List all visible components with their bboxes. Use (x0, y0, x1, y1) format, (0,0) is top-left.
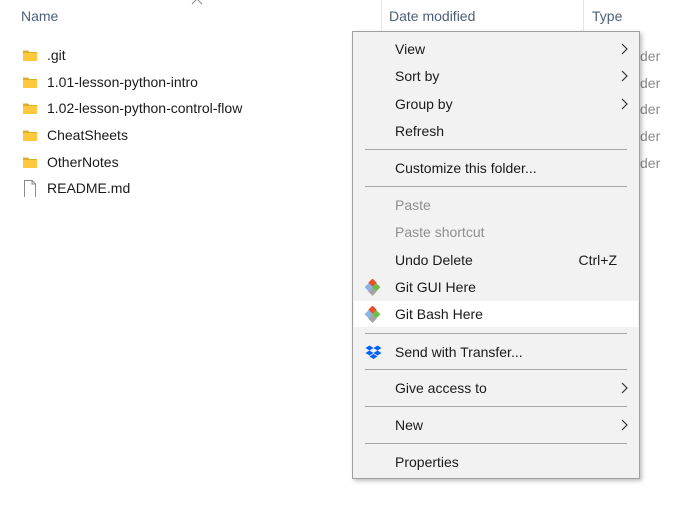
file-name: CheatSheets (47, 127, 128, 143)
menu-item-label: Customize this folder... (395, 160, 537, 176)
folder-icon (23, 77, 37, 88)
menu-item-label: Git GUI Here (395, 279, 476, 295)
menu-separator (365, 369, 627, 370)
menu-separator (365, 443, 627, 444)
menu-item-label: View (395, 41, 426, 57)
menu-item-give-access-to[interactable]: Give access to (354, 375, 638, 401)
folder-icon (23, 157, 37, 168)
context-menu: View Sort by Group by Refresh Customize … (352, 31, 640, 479)
chevron-right-icon (621, 382, 628, 394)
file-row-lesson-control-flow[interactable]: 1.02-lesson-python-control-flow (0, 95, 350, 121)
menu-item-label: Group by (395, 96, 453, 112)
column-name[interactable]: Name (21, 0, 58, 33)
menu-item-label: Properties (395, 454, 459, 470)
folder-icon (23, 50, 37, 61)
menu-separator (365, 406, 627, 407)
chevron-right-icon (621, 43, 628, 55)
menu-item-label: Undo Delete (395, 252, 473, 268)
menu-item-git-bash-here[interactable]: Git Bash Here (354, 301, 638, 327)
column-header-row: Name Date modified Type (0, 0, 685, 33)
menu-item-label: New (395, 417, 424, 433)
file-row-lesson-intro[interactable]: 1.01-lesson-python-intro (0, 69, 350, 95)
file-name: .git (47, 47, 66, 63)
type-value: der (640, 75, 661, 91)
type-value: der (640, 128, 661, 144)
menu-item-shortcut: Ctrl+Z (578, 252, 618, 268)
git-icon (365, 279, 381, 296)
file-row-cheatsheets[interactable]: CheatSheets (0, 122, 350, 148)
menu-item-properties[interactable]: Properties (354, 449, 638, 475)
menu-item-label: Git Bash Here (395, 306, 483, 322)
menu-item-label: Send with Transfer... (395, 344, 523, 360)
menu-item-undo-delete[interactable]: Undo Delete Ctrl+Z (354, 247, 638, 273)
git-icon (365, 306, 381, 323)
menu-item-customize-folder[interactable]: Customize this folder... (354, 155, 638, 181)
menu-item-group-by[interactable]: Group by (354, 91, 638, 117)
file-name: README.md (47, 180, 131, 196)
sort-ascending-icon (191, 0, 203, 5)
chevron-right-icon (621, 98, 628, 110)
column-divider[interactable] (583, 0, 584, 33)
menu-item-label: Paste (395, 197, 431, 213)
type-value: der (640, 48, 661, 64)
menu-item-view[interactable]: View (354, 36, 638, 62)
file-name: 1.01-lesson-python-intro (47, 74, 198, 90)
type-value: der (640, 155, 661, 171)
menu-item-paste[interactable]: Paste (354, 192, 638, 218)
document-icon (24, 180, 36, 197)
file-row-readme[interactable]: README.md (0, 175, 350, 201)
menu-item-paste-shortcut[interactable]: Paste shortcut (354, 219, 638, 245)
file-name: 1.02-lesson-python-control-flow (47, 100, 243, 116)
folder-icon (23, 103, 37, 114)
column-date-modified[interactable]: Date modified (389, 0, 475, 33)
menu-item-sort-by[interactable]: Sort by (354, 63, 638, 89)
menu-separator (365, 186, 627, 187)
menu-item-label: Give access to (395, 380, 487, 396)
menu-item-label: Sort by (395, 68, 440, 84)
menu-item-new[interactable]: New (354, 412, 638, 438)
column-divider[interactable] (381, 0, 382, 33)
file-name: OtherNotes (47, 154, 119, 170)
type-value: der (640, 101, 661, 117)
menu-separator (365, 333, 627, 334)
folder-icon (23, 130, 37, 141)
menu-item-send-with-transfer[interactable]: Send with Transfer... (354, 339, 638, 365)
menu-item-refresh[interactable]: Refresh (354, 118, 638, 144)
column-type[interactable]: Type (592, 0, 622, 33)
file-row-othernotes[interactable]: OtherNotes (0, 149, 350, 175)
menu-item-git-gui-here[interactable]: Git GUI Here (354, 274, 638, 300)
chevron-right-icon (621, 419, 628, 431)
menu-separator (365, 149, 627, 150)
menu-item-label: Paste shortcut (395, 224, 485, 240)
dropbox-icon (365, 345, 382, 359)
menu-item-label: Refresh (395, 123, 445, 139)
file-row-git[interactable]: .git (0, 42, 350, 68)
chevron-right-icon (621, 70, 628, 82)
